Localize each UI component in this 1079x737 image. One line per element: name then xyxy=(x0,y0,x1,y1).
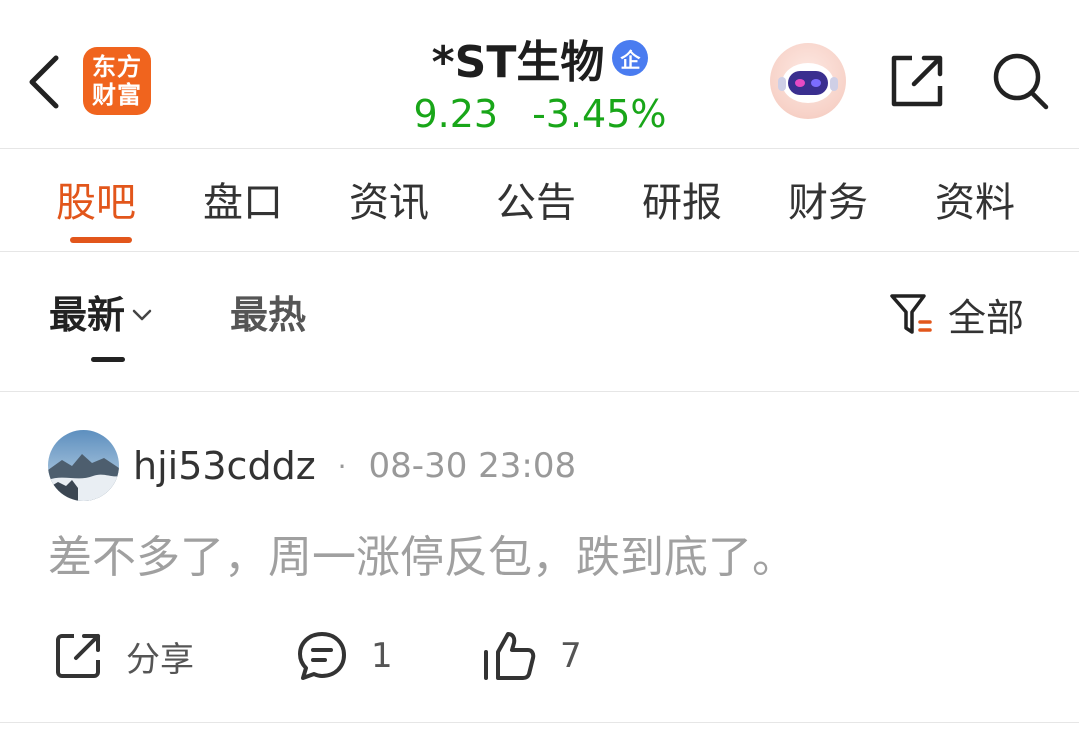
divider xyxy=(0,148,1079,149)
sort-latest-dropdown[interactable]: 最新 xyxy=(49,290,153,340)
post-content[interactable]: 差不多了，周一涨停反包，跌到底了。 xyxy=(48,528,796,588)
robot-assistant-button[interactable] xyxy=(770,43,846,119)
active-sort-indicator xyxy=(91,357,125,362)
like-count: 7 xyxy=(560,636,582,676)
tab-announcements[interactable]: 公告 xyxy=(496,176,576,230)
meta-separator: · xyxy=(337,449,347,483)
post-username[interactable]: hji53cddz xyxy=(133,444,316,488)
chevron-down-icon xyxy=(132,309,152,321)
back-button[interactable] xyxy=(22,50,66,114)
comment-count: 1 xyxy=(371,636,393,676)
divider xyxy=(0,391,1079,392)
share-button[interactable] xyxy=(886,50,948,112)
stock-name: *ST生物 xyxy=(431,37,605,88)
back-icon xyxy=(29,55,59,109)
search-icon xyxy=(993,53,1049,110)
tab-profile[interactable]: 资料 xyxy=(935,176,1015,230)
logo-text-line1: 东方 xyxy=(92,53,142,81)
stock-price: 9.23 xyxy=(413,92,499,136)
mountain-avatar-image xyxy=(48,430,119,501)
robot-assistant-icon xyxy=(778,63,838,103)
share-label: 分享 xyxy=(126,639,194,680)
filter-button[interactable]: 全部 xyxy=(888,286,1024,342)
stock-quote: 9.23 -3.45% xyxy=(330,92,750,138)
thumbs-up-icon xyxy=(484,632,536,680)
post-like-button[interactable]: 7 xyxy=(482,626,582,686)
divider xyxy=(0,722,1079,723)
logo-text-line2: 财富 xyxy=(92,81,142,109)
filter-icon xyxy=(890,294,932,334)
post-meta: hji53cddz · 08-30 23:08 xyxy=(133,440,576,492)
post-share-button[interactable]: 分享 xyxy=(52,626,194,686)
stock-title: *ST生物 企 xyxy=(330,30,750,88)
tab-finance[interactable]: 财务 xyxy=(788,176,868,230)
tab-news[interactable]: 资讯 xyxy=(349,176,429,230)
share-icon xyxy=(56,634,100,678)
active-tab-indicator xyxy=(70,237,132,243)
enterprise-badge: 企 xyxy=(612,40,649,76)
share-icon xyxy=(891,55,943,107)
stock-change-percent: -3.45% xyxy=(532,92,667,136)
filter-label: 全部 xyxy=(948,295,1025,340)
tab-guba[interactable]: 股吧 xyxy=(56,176,136,230)
sort-hot-button[interactable]: 最热 xyxy=(230,290,306,340)
divider xyxy=(0,251,1079,252)
app-logo: 东方 财富 xyxy=(83,47,151,115)
comment-icon xyxy=(298,632,346,680)
tab-research[interactable]: 研报 xyxy=(642,176,722,230)
post-comment-button[interactable]: 1 xyxy=(295,626,393,686)
post-timestamp: 08-30 23:08 xyxy=(368,446,577,486)
user-avatar[interactable] xyxy=(48,430,119,501)
search-button[interactable] xyxy=(990,50,1052,112)
tab-pankou[interactable]: 盘口 xyxy=(203,176,283,230)
sort-latest-label: 最新 xyxy=(49,293,126,337)
